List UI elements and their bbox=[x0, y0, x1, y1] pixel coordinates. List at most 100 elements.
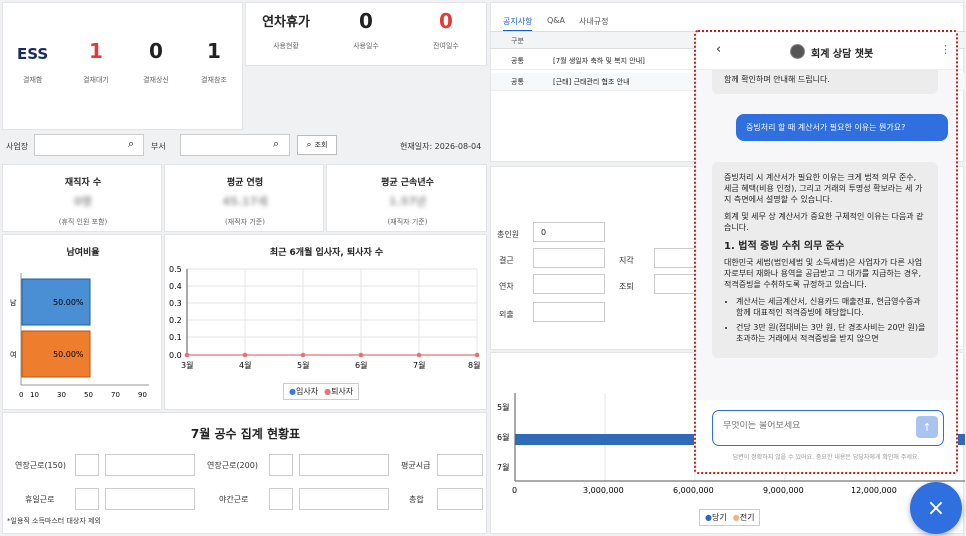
gender-chart: 50.00% 50.00% 남 여 0 10 30 50 70 90 bbox=[10, 273, 149, 399]
legend-leavers-item[interactable]: ●퇴사자 bbox=[324, 386, 353, 397]
chat-input[interactable] bbox=[723, 421, 903, 431]
gender-tick: 90 bbox=[138, 391, 147, 399]
tab-qna[interactable]: Q&A bbox=[547, 16, 565, 25]
notice-row-title: [7월 생일자 축하 및 복지 안내] bbox=[553, 57, 645, 65]
dept-search-icon[interactable]: ⌕ bbox=[273, 137, 279, 151]
notice-row-type: 공통 bbox=[511, 57, 524, 65]
total-staff-input[interactable]: 0 bbox=[533, 222, 605, 242]
gender-bar-male-text: 50.00% bbox=[53, 298, 84, 307]
outing-input[interactable] bbox=[533, 302, 605, 322]
avg-wage-label: 평균시급 bbox=[401, 461, 431, 470]
gender-chart-card: 남여비율 50.00% 50.00% 남 여 0 10 30 50 70 90 bbox=[2, 234, 162, 410]
holiday-work-amount[interactable] bbox=[105, 488, 195, 510]
search-button-label: 조회 bbox=[314, 141, 328, 149]
ess-logo: ESS bbox=[17, 45, 49, 63]
overtime150-label: 연장근로(150) bbox=[15, 461, 66, 470]
approval-pending-count[interactable]: 1 bbox=[81, 39, 111, 63]
leave-remain-label: 잔여일수 bbox=[433, 42, 459, 50]
salary-x-tick: 6,000,000 bbox=[673, 486, 714, 495]
avg-wage-input[interactable] bbox=[437, 454, 483, 476]
approval-ref-count[interactable]: 1 bbox=[199, 39, 229, 63]
answer-heading: 1. 법적 증빙 수취 의무 준수 bbox=[724, 241, 845, 252]
leave-card: 연차휴가 사용현황 0 사용일수 0 잔여일수 bbox=[245, 2, 487, 66]
approval-pending-label: 결재대기 bbox=[83, 76, 109, 84]
salary-x-tick: 0 bbox=[512, 486, 517, 495]
answer-bullet: 계산서는 세금계산서, 신용카드 매출전표, 현금영수증과 함께 대표적인 적격… bbox=[736, 296, 926, 318]
back-icon[interactable]: ‹ bbox=[716, 42, 721, 57]
hires-x-tick: 3월 bbox=[181, 360, 193, 370]
hires-y-tick: 0.3 bbox=[169, 299, 182, 308]
site-search-icon[interactable]: ⌕ bbox=[128, 137, 134, 151]
chat-input-box: ↑ bbox=[712, 410, 944, 446]
legend-previous-item[interactable]: ●전기 bbox=[733, 512, 755, 523]
more-icon[interactable]: ⋮ bbox=[940, 43, 951, 56]
arrow-up-icon: ↑ bbox=[922, 420, 932, 434]
kpi-employees-card: 재직자 수 0명 (휴직 인원 포함) bbox=[2, 164, 162, 232]
search-button[interactable]: ⌕ 조회 bbox=[297, 135, 337, 155]
gender-bar-female-text: 50.00% bbox=[53, 350, 84, 359]
salary-x-tick: 9,000,000 bbox=[763, 486, 804, 495]
chat-messages: 함께 확인하며 안내해 드립니다. 증빙처리 할 때 계산서가 필요한 이유는 … bbox=[696, 70, 956, 400]
holiday-work-label: 휴일근로 bbox=[25, 495, 55, 504]
chatbot-panel: ‹ 회계 상담 챗봇 ⋮ 함께 확인하며 안내해 드립니다. 증빙처리 할 때 … bbox=[694, 30, 958, 474]
annual-leave-label: 연차 bbox=[499, 282, 514, 291]
night-work-label: 야간근로 bbox=[219, 495, 249, 504]
hires-y-tick: 0.2 bbox=[169, 316, 182, 325]
tab-notice[interactable]: 공지사항 bbox=[503, 16, 533, 32]
kpi-age-title: 평균 연령 bbox=[226, 178, 264, 188]
kpi-employees-value: 0명 bbox=[74, 195, 92, 208]
legend-current-item[interactable]: ●당기 bbox=[705, 512, 727, 523]
chat-footer: ↑ 답변이 정확하지 않을 수 있어요. 중요한 내용은 담당자에게 확인해 주… bbox=[696, 400, 956, 472]
notice-row-title: [근태] 근태관리 협조 안내 bbox=[553, 78, 630, 86]
answer-intro: 증빙처리 시 계산서가 필요한 이유는 크게 법적 의무 준수, 세금 혜택(비… bbox=[724, 173, 923, 204]
total-staff-label: 총인원 bbox=[497, 230, 520, 239]
holiday-work-hours[interactable] bbox=[75, 488, 99, 510]
salary-y-tick: 7월 bbox=[497, 462, 509, 472]
approval-sent-label: 결재상신 bbox=[143, 76, 169, 84]
night-work-hours[interactable] bbox=[269, 488, 293, 510]
total-input[interactable] bbox=[437, 488, 483, 510]
leave-used-label: 사용일수 bbox=[353, 42, 379, 50]
dept-label: 부서 bbox=[151, 142, 166, 151]
overtime200-amount[interactable] bbox=[299, 454, 389, 476]
absence-input[interactable] bbox=[533, 248, 605, 268]
night-work-amount[interactable] bbox=[299, 488, 389, 510]
hires-y-tick: 0.5 bbox=[169, 265, 182, 274]
leave-title: 연차휴가 bbox=[262, 15, 310, 30]
approval-sent-count[interactable]: 0 bbox=[141, 39, 171, 63]
chat-title: 회계 상담 챗봇 bbox=[811, 49, 874, 60]
chat-disclaimer: 답변이 정확하지 않을 수 있어요. 중요한 내용은 담당자에게 확인해 주세요… bbox=[732, 454, 920, 461]
kpi-tenure-sub: (재직자 기준) bbox=[387, 218, 428, 226]
hires-x-tick: 8월 bbox=[468, 360, 480, 370]
overtime150-hours[interactable] bbox=[75, 454, 99, 476]
legend-hires-item[interactable]: ●입사자 bbox=[289, 386, 318, 397]
tab-rules[interactable]: 사내규정 bbox=[579, 16, 608, 27]
annual-leave-input[interactable] bbox=[533, 274, 605, 294]
kpi-tenure-value: 1.57년 bbox=[388, 195, 427, 208]
chatbot-avatar bbox=[790, 44, 805, 59]
approval-box-label: 결재함 bbox=[23, 76, 43, 84]
user-message: 증빙처리 할 때 계산서가 필요한 이유는 뭔가요? bbox=[736, 114, 948, 141]
hires-y-tick: 0.1 bbox=[169, 333, 182, 342]
kpi-age-sub: (재직자 기준) bbox=[225, 218, 265, 226]
worktime-card: 7월 공수 집계 현황표 연장근로(150) 연장근로(200) 평균시급 휴일… bbox=[2, 412, 487, 534]
leave-remain-count: 0 bbox=[439, 9, 453, 33]
gender-label-female: 여 bbox=[10, 350, 16, 359]
kpi-employees-title: 재직자 수 bbox=[64, 178, 102, 188]
gender-tick: 0 bbox=[19, 391, 23, 399]
total-label: 총합 bbox=[409, 495, 424, 504]
notice-row-type: 공통 bbox=[511, 78, 524, 86]
absence-label: 결근 bbox=[499, 256, 514, 265]
overtime200-hours[interactable] bbox=[269, 454, 293, 476]
overtime150-amount[interactable] bbox=[105, 454, 195, 476]
send-button[interactable]: ↑ bbox=[916, 416, 938, 438]
hires-x-tick: 4월 bbox=[239, 360, 251, 370]
gender-label-male: 남 bbox=[10, 298, 17, 307]
current-date: 현재일자: 2026-08-04 bbox=[400, 142, 482, 151]
worktime-note: *일용직 소득마스터 대상자 제외 bbox=[7, 517, 101, 525]
answer-paragraph: 대한민국 세법(법인세법 및 소득세법)은 사업자가 다른 사업자로부터 재화나… bbox=[724, 258, 923, 289]
chat-close-fab[interactable]: × bbox=[910, 482, 962, 534]
approval-card: ESS 결재함 1 결재대기 0 결재상신 1 결재참조 bbox=[2, 2, 243, 130]
late-label: 지각 bbox=[619, 256, 634, 265]
search-icon: ⌕ bbox=[306, 140, 312, 150]
